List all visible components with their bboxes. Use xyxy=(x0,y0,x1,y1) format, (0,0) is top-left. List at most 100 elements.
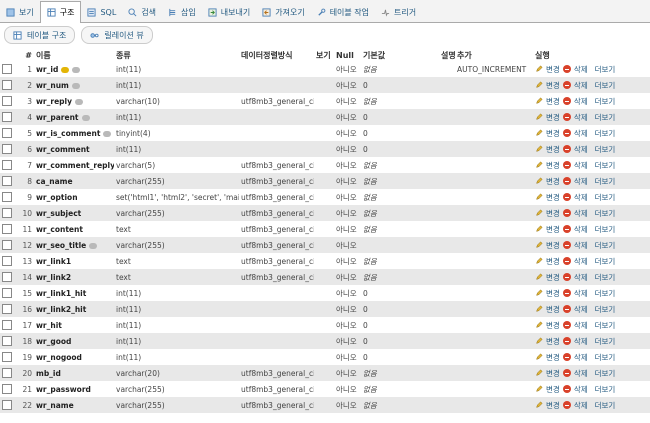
row-checkbox[interactable] xyxy=(2,144,12,154)
subtab-relation-view[interactable]: 릴레이션 뷰 xyxy=(81,26,153,44)
more-link[interactable]: 더보기 xyxy=(595,80,616,91)
edit-link[interactable]: 변경 xyxy=(546,64,560,75)
column-name[interactable]: wr_link1_hit xyxy=(36,289,86,298)
row-checkbox[interactable] xyxy=(2,64,12,74)
edit-link[interactable]: 변경 xyxy=(546,192,560,203)
row-checkbox[interactable] xyxy=(2,384,12,394)
subtab-table-structure[interactable]: 테이블 구조 xyxy=(4,26,76,44)
delete-link[interactable]: 삭제 xyxy=(574,160,588,171)
delete-link[interactable]: 삭제 xyxy=(574,368,588,379)
tab-sql[interactable]: SQL xyxy=(81,2,122,22)
row-checkbox[interactable] xyxy=(2,240,12,250)
column-name[interactable]: wr_link2_hit xyxy=(36,305,86,314)
row-checkbox[interactable] xyxy=(2,208,12,218)
delete-link[interactable]: 삭제 xyxy=(574,304,588,315)
edit-link[interactable]: 변경 xyxy=(546,352,560,363)
header-extra[interactable]: 추가 xyxy=(455,50,533,61)
column-name[interactable]: wr_good xyxy=(36,337,71,346)
column-name[interactable]: wr_name xyxy=(36,401,74,410)
delete-link[interactable]: 삭제 xyxy=(574,272,588,283)
column-name[interactable]: wr_nogood xyxy=(36,353,82,362)
row-checkbox[interactable] xyxy=(2,304,12,314)
row-checkbox[interactable] xyxy=(2,96,12,106)
row-checkbox[interactable] xyxy=(2,176,12,186)
row-checkbox[interactable] xyxy=(2,352,12,362)
column-name[interactable]: wr_password xyxy=(36,385,91,394)
edit-link[interactable]: 변경 xyxy=(546,80,560,91)
edit-link[interactable]: 변경 xyxy=(546,384,560,395)
delete-link[interactable]: 삭제 xyxy=(574,336,588,347)
edit-link[interactable]: 변경 xyxy=(546,240,560,251)
column-name[interactable]: wr_subject xyxy=(36,209,81,218)
row-checkbox[interactable] xyxy=(2,256,12,266)
tab-import[interactable]: 가져오기 xyxy=(256,2,310,22)
column-name[interactable]: wr_link1 xyxy=(36,257,71,266)
more-link[interactable]: 더보기 xyxy=(595,256,616,267)
row-checkbox[interactable] xyxy=(2,128,12,138)
edit-link[interactable]: 변경 xyxy=(546,160,560,171)
row-checkbox[interactable] xyxy=(2,160,12,170)
tab-wrench[interactable]: 테이블 작업 xyxy=(311,2,375,22)
header-null[interactable]: Null xyxy=(334,50,361,61)
column-name[interactable]: wr_num xyxy=(36,81,69,90)
more-link[interactable]: 더보기 xyxy=(595,208,616,219)
row-checkbox[interactable] xyxy=(2,80,12,90)
edit-link[interactable]: 변경 xyxy=(546,256,560,267)
more-link[interactable]: 더보기 xyxy=(595,176,616,187)
column-name[interactable]: wr_hit xyxy=(36,321,62,330)
row-checkbox[interactable] xyxy=(2,368,12,378)
delete-link[interactable]: 삭제 xyxy=(574,240,588,251)
column-name[interactable]: wr_comment xyxy=(36,145,90,154)
delete-link[interactable]: 삭제 xyxy=(574,176,588,187)
more-link[interactable]: 더보기 xyxy=(595,240,616,251)
column-name[interactable]: mb_id xyxy=(36,369,61,378)
delete-link[interactable]: 삭제 xyxy=(574,224,588,235)
more-link[interactable]: 더보기 xyxy=(595,320,616,331)
tab-structure[interactable]: 구조 xyxy=(39,1,82,23)
row-checkbox[interactable] xyxy=(2,320,12,330)
more-link[interactable]: 더보기 xyxy=(595,112,616,123)
delete-link[interactable]: 삭제 xyxy=(574,192,588,203)
more-link[interactable]: 더보기 xyxy=(595,192,616,203)
delete-link[interactable]: 삭제 xyxy=(574,112,588,123)
more-link[interactable]: 더보기 xyxy=(595,224,616,235)
column-name[interactable]: wr_reply xyxy=(36,97,72,106)
more-link[interactable]: 더보기 xyxy=(595,400,616,411)
more-link[interactable]: 더보기 xyxy=(595,384,616,395)
header-name[interactable]: 이름 xyxy=(34,50,114,61)
column-name[interactable]: wr_id xyxy=(36,65,58,74)
delete-link[interactable]: 삭제 xyxy=(574,288,588,299)
delete-link[interactable]: 삭제 xyxy=(574,384,588,395)
edit-link[interactable]: 변경 xyxy=(546,96,560,107)
more-link[interactable]: 더보기 xyxy=(595,352,616,363)
edit-link[interactable]: 변경 xyxy=(546,272,560,283)
header-default[interactable]: 기본값 xyxy=(361,50,439,61)
more-link[interactable]: 더보기 xyxy=(595,368,616,379)
edit-link[interactable]: 변경 xyxy=(546,112,560,123)
edit-link[interactable]: 변경 xyxy=(546,144,560,155)
delete-link[interactable]: 삭제 xyxy=(574,256,588,267)
row-checkbox[interactable] xyxy=(2,192,12,202)
column-name[interactable]: wr_content xyxy=(36,225,83,234)
header-attributes[interactable]: 보기 xyxy=(314,50,334,61)
more-link[interactable]: 더보기 xyxy=(595,304,616,315)
row-checkbox[interactable] xyxy=(2,288,12,298)
delete-link[interactable]: 삭제 xyxy=(574,80,588,91)
tab-trigger[interactable]: 트리거 xyxy=(375,2,422,22)
column-name[interactable]: wr_option xyxy=(36,193,78,202)
tab-insert[interactable]: 삽입 xyxy=(162,2,202,22)
tab-search[interactable]: 검색 xyxy=(122,2,162,22)
header-collation[interactable]: 데이터정렬방식 xyxy=(239,50,314,61)
edit-link[interactable]: 변경 xyxy=(546,368,560,379)
delete-link[interactable]: 삭제 xyxy=(574,64,588,75)
edit-link[interactable]: 변경 xyxy=(546,288,560,299)
header-comment[interactable]: 설명 xyxy=(439,50,455,61)
header-type[interactable]: 종류 xyxy=(114,50,239,61)
column-name[interactable]: wr_comment_reply xyxy=(36,161,114,170)
more-link[interactable]: 더보기 xyxy=(595,288,616,299)
edit-link[interactable]: 변경 xyxy=(546,208,560,219)
edit-link[interactable]: 변경 xyxy=(546,128,560,139)
column-name[interactable]: wr_link2 xyxy=(36,273,71,282)
column-name[interactable]: wr_parent xyxy=(36,113,79,122)
more-link[interactable]: 더보기 xyxy=(595,336,616,347)
